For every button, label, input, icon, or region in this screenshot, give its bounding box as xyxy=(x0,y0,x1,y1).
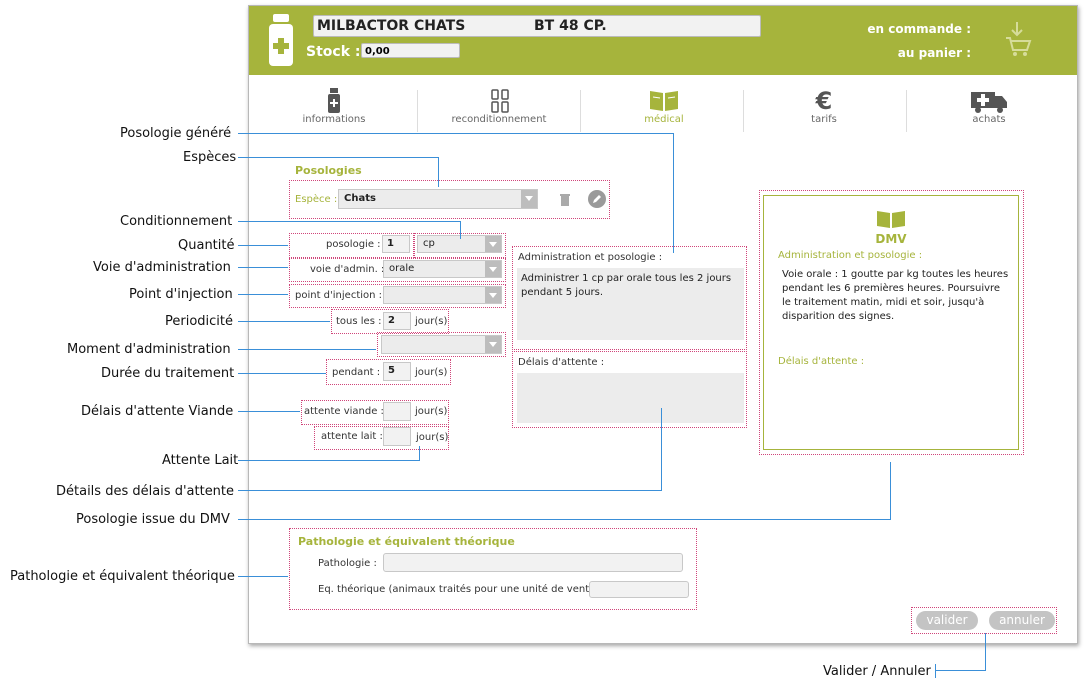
annotation-delais-viande: Délais d'attente Viande xyxy=(81,404,234,419)
annuler-button[interactable]: annuler xyxy=(989,611,1055,630)
attente-viande-input[interactable] xyxy=(383,402,411,421)
attente-lait-label: attente lait : xyxy=(321,431,383,442)
annotation-point: Point d'injection xyxy=(129,287,233,302)
on-order-label: en commande : xyxy=(867,22,971,36)
stock-value: 0,00 xyxy=(361,43,460,58)
delais-attente-text xyxy=(517,373,744,423)
point-injection-label: point d'injection : xyxy=(295,290,383,301)
tab-tarifs[interactable]: € tarifs xyxy=(779,86,869,134)
annotation-valider-annuler: Valider / Annuler xyxy=(823,664,931,679)
pathologie-label: Pathologie : xyxy=(318,558,377,569)
tous-les-input[interactable]: 2 xyxy=(383,312,411,330)
dmv-delais-label: Délais d'attente : xyxy=(778,356,865,367)
valider-button[interactable]: valider xyxy=(916,611,978,630)
moment-select[interactable] xyxy=(381,335,502,354)
jours-label: jour(s) xyxy=(416,432,449,443)
medicine-bottle-icon xyxy=(269,14,293,66)
bottle-icon xyxy=(328,88,340,113)
eq-theorique-input[interactable] xyxy=(589,581,689,598)
annotation-conditionnement: Conditionnement xyxy=(120,214,233,229)
dmv-admin-label: Administration et posologie : xyxy=(778,250,923,261)
eq-theorique-label: Eq. théorique (animaux traités pour une … xyxy=(318,584,606,595)
chevron-down-icon xyxy=(485,336,501,353)
annotation-pathologie: Pathologie et équivalent théorique xyxy=(10,569,235,584)
jours-label: jour(s) xyxy=(415,406,448,417)
delais-attente-label: Délais d'attente : xyxy=(518,357,605,368)
admin-posologie-label: Administration et posologie : xyxy=(518,252,663,263)
tab-informations[interactable]: informations xyxy=(289,86,379,134)
chevron-down-icon xyxy=(485,261,501,277)
attente-lait-input[interactable] xyxy=(383,427,411,446)
voie-value: orale xyxy=(389,263,415,274)
annotation-attente-lait: Attente Lait xyxy=(162,453,239,468)
admin-posologie-text: Administrer 1 cp par orale tous les 2 jo… xyxy=(517,268,744,340)
ambulance-icon xyxy=(971,92,1007,113)
tab-divider xyxy=(580,90,581,132)
tab-divider xyxy=(743,90,744,132)
tab-medical[interactable]: médical xyxy=(619,86,709,134)
unit-value: cp xyxy=(423,238,435,249)
chevron-down-icon xyxy=(485,287,501,303)
tab-achats[interactable]: achats xyxy=(944,86,1034,134)
annotation-posologie-dmv: Posologie issue du DMV xyxy=(76,512,230,527)
dmv-text: Voie orale : 1 goutte par kg toutes les … xyxy=(782,269,1009,322)
annotation-voie: Voie d'administration xyxy=(93,260,231,275)
cart-icon[interactable] xyxy=(1003,20,1033,58)
product-header: MILBACTOR CHATS BT 48 CP. Stock : 0,00 e… xyxy=(249,6,1077,75)
edit-icon[interactable] xyxy=(588,190,606,208)
annotation-details-delais: Détails des délais d'attente xyxy=(56,484,235,499)
annotation-duree: Durée du traitement xyxy=(101,366,235,381)
espece-select[interactable]: Chats xyxy=(338,189,538,209)
product-window: MILBACTOR CHATS BT 48 CP. Stock : 0,00 e… xyxy=(248,5,1078,644)
posologie-input[interactable]: 1 xyxy=(382,235,410,253)
espece-label: Espèce : xyxy=(295,194,338,205)
annotation-especes: Espèces xyxy=(183,150,237,165)
book-icon xyxy=(877,211,905,228)
pendant-label: pendant : xyxy=(332,367,381,378)
product-packaging: BT 48 CP. xyxy=(534,18,607,34)
tab-reconditionnement[interactable]: reconditionnement xyxy=(439,86,559,134)
tous-les-label: tous les : xyxy=(336,316,382,327)
tab-label: tarifs xyxy=(811,114,837,125)
voie-label: voie d'admin. : xyxy=(310,264,385,275)
product-title-field: MILBACTOR CHATS BT 48 CP. xyxy=(313,15,761,37)
annotation-quantite: Quantité xyxy=(178,238,235,253)
posologies-title: Posologies xyxy=(295,164,362,177)
tab-label: reconditionnement xyxy=(451,114,547,125)
euro-icon: € xyxy=(815,87,833,115)
pathologie-title: Pathologie et équivalent théorique xyxy=(298,535,515,548)
espece-value: Chats xyxy=(344,193,376,204)
tab-divider xyxy=(906,90,907,132)
chevron-down-icon xyxy=(521,190,537,208)
dmv-title: DMV xyxy=(875,232,907,246)
product-name: MILBACTOR CHATS xyxy=(317,18,466,34)
annotation-periodicite: Periodicité xyxy=(165,314,234,329)
pathologie-input[interactable] xyxy=(383,553,683,572)
point-injection-select[interactable] xyxy=(383,286,502,304)
tab-label: informations xyxy=(302,114,366,125)
book-icon xyxy=(650,91,678,111)
tab-divider xyxy=(417,90,418,132)
attente-viande-label: attente viande : xyxy=(304,406,384,417)
tab-label: médical xyxy=(644,114,684,125)
pendant-input[interactable]: 5 xyxy=(383,362,411,381)
stock-label: Stock : xyxy=(306,44,361,60)
annotation-moment: Moment d'administration xyxy=(67,342,231,357)
jours-label: jour(s) xyxy=(415,316,448,327)
trash-icon[interactable] xyxy=(559,192,571,206)
chevron-down-icon xyxy=(485,236,501,252)
tab-label: achats xyxy=(972,114,1006,125)
voie-select[interactable]: orale xyxy=(383,260,502,278)
posologie-label: posologie : xyxy=(326,239,381,250)
in-cart-label: au panier : xyxy=(897,46,971,60)
jours-label: jour(s) xyxy=(415,367,448,378)
annotation-posologie-generee: Posologie généré xyxy=(120,126,232,141)
bottles-icon xyxy=(491,89,509,113)
